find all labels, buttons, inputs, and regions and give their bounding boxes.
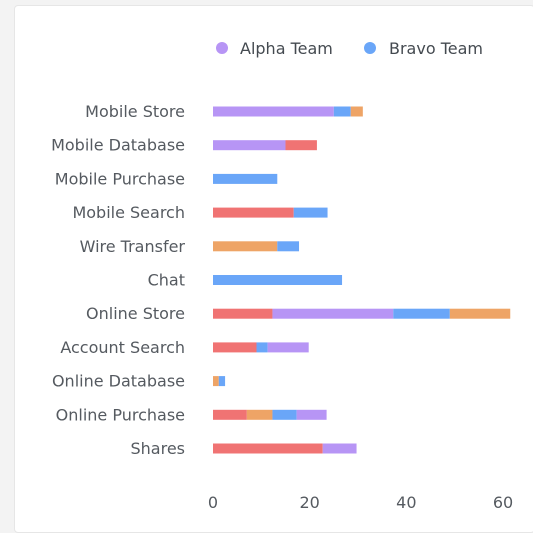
category-label-shares: Shares (130, 439, 185, 458)
legend-marker-bravo-team (364, 42, 376, 54)
category-label-chat: Chat (148, 271, 185, 290)
category-label-online-store: Online Store (86, 304, 185, 323)
x-tick-label-40: 40 (396, 493, 416, 512)
bar-segment-shares-1[interactable] (322, 443, 357, 454)
bar-segment-wire-transfer-0[interactable] (213, 241, 278, 252)
bar-segment-online-store-0[interactable] (213, 308, 273, 319)
bar-segment-mobile-store-0[interactable] (213, 106, 334, 117)
bar-segment-online-purchase-0[interactable] (213, 409, 247, 420)
legend-label-bravo-team[interactable]: Bravo Team (389, 39, 483, 58)
category-label-online-database: Online Database (52, 372, 185, 391)
bar-segment-online-database-0[interactable] (213, 376, 219, 387)
bar-segment-wire-transfer-1[interactable] (277, 241, 300, 252)
x-tick-label-60: 60 (493, 493, 513, 512)
legend-marker-alpha-team (216, 42, 228, 54)
bars (213, 106, 511, 454)
bar-segment-online-store-3[interactable] (449, 308, 511, 319)
stacked-bar-chart: Alpha Team Bravo Team Mobile StoreMobile … (51, 39, 513, 512)
bar-segment-online-purchase-1[interactable] (246, 409, 273, 420)
bar-segment-chat-0[interactable] (213, 275, 343, 285)
bar-segment-mobile-search-1[interactable] (293, 207, 328, 218)
category-label-mobile-store: Mobile Store (85, 102, 185, 121)
bar-segment-account-search-1[interactable] (256, 342, 268, 353)
bar-segment-online-purchase-2[interactable] (272, 409, 297, 420)
legend: Alpha Team Bravo Team (216, 39, 483, 58)
x-tick-label-0: 0 (208, 493, 218, 512)
bar-segment-account-search-0[interactable] (213, 342, 257, 353)
bar-segment-online-store-2[interactable] (393, 308, 450, 319)
x-axis-ticks: 0 20 40 60 (208, 493, 513, 512)
bar-segment-mobile-purchase-0[interactable] (213, 173, 278, 184)
x-tick-label-20: 20 (299, 493, 319, 512)
bar-segment-online-database-1[interactable] (218, 376, 226, 387)
category-label-wire-transfer: Wire Transfer (80, 237, 186, 256)
bar-segment-online-purchase-3[interactable] (296, 409, 327, 420)
category-label-account-search: Account Search (60, 338, 185, 357)
bar-segment-mobile-database-0[interactable] (213, 140, 286, 151)
bar-segment-online-store-1[interactable] (272, 308, 394, 319)
bar-segment-mobile-search-0[interactable] (213, 207, 294, 218)
bar-segment-account-search-2[interactable] (267, 342, 309, 353)
bar-segment-mobile-database-1[interactable] (285, 140, 317, 151)
category-label-mobile-purchase: Mobile Purchase (55, 169, 185, 188)
bar-segment-mobile-store-2[interactable] (350, 106, 363, 117)
category-label-mobile-search: Mobile Search (72, 203, 185, 222)
category-labels: Mobile Store Mobile Database Mobile Purcha… (51, 102, 185, 458)
legend-label-alpha-team[interactable]: Alpha Team (240, 39, 333, 58)
bar-segment-mobile-store-1[interactable] (333, 106, 351, 117)
bar-segment-shares-0[interactable] (213, 443, 323, 454)
category-label-online-purchase: Online Purchase (56, 405, 185, 424)
category-label-mobile-database: Mobile Database (51, 136, 185, 155)
